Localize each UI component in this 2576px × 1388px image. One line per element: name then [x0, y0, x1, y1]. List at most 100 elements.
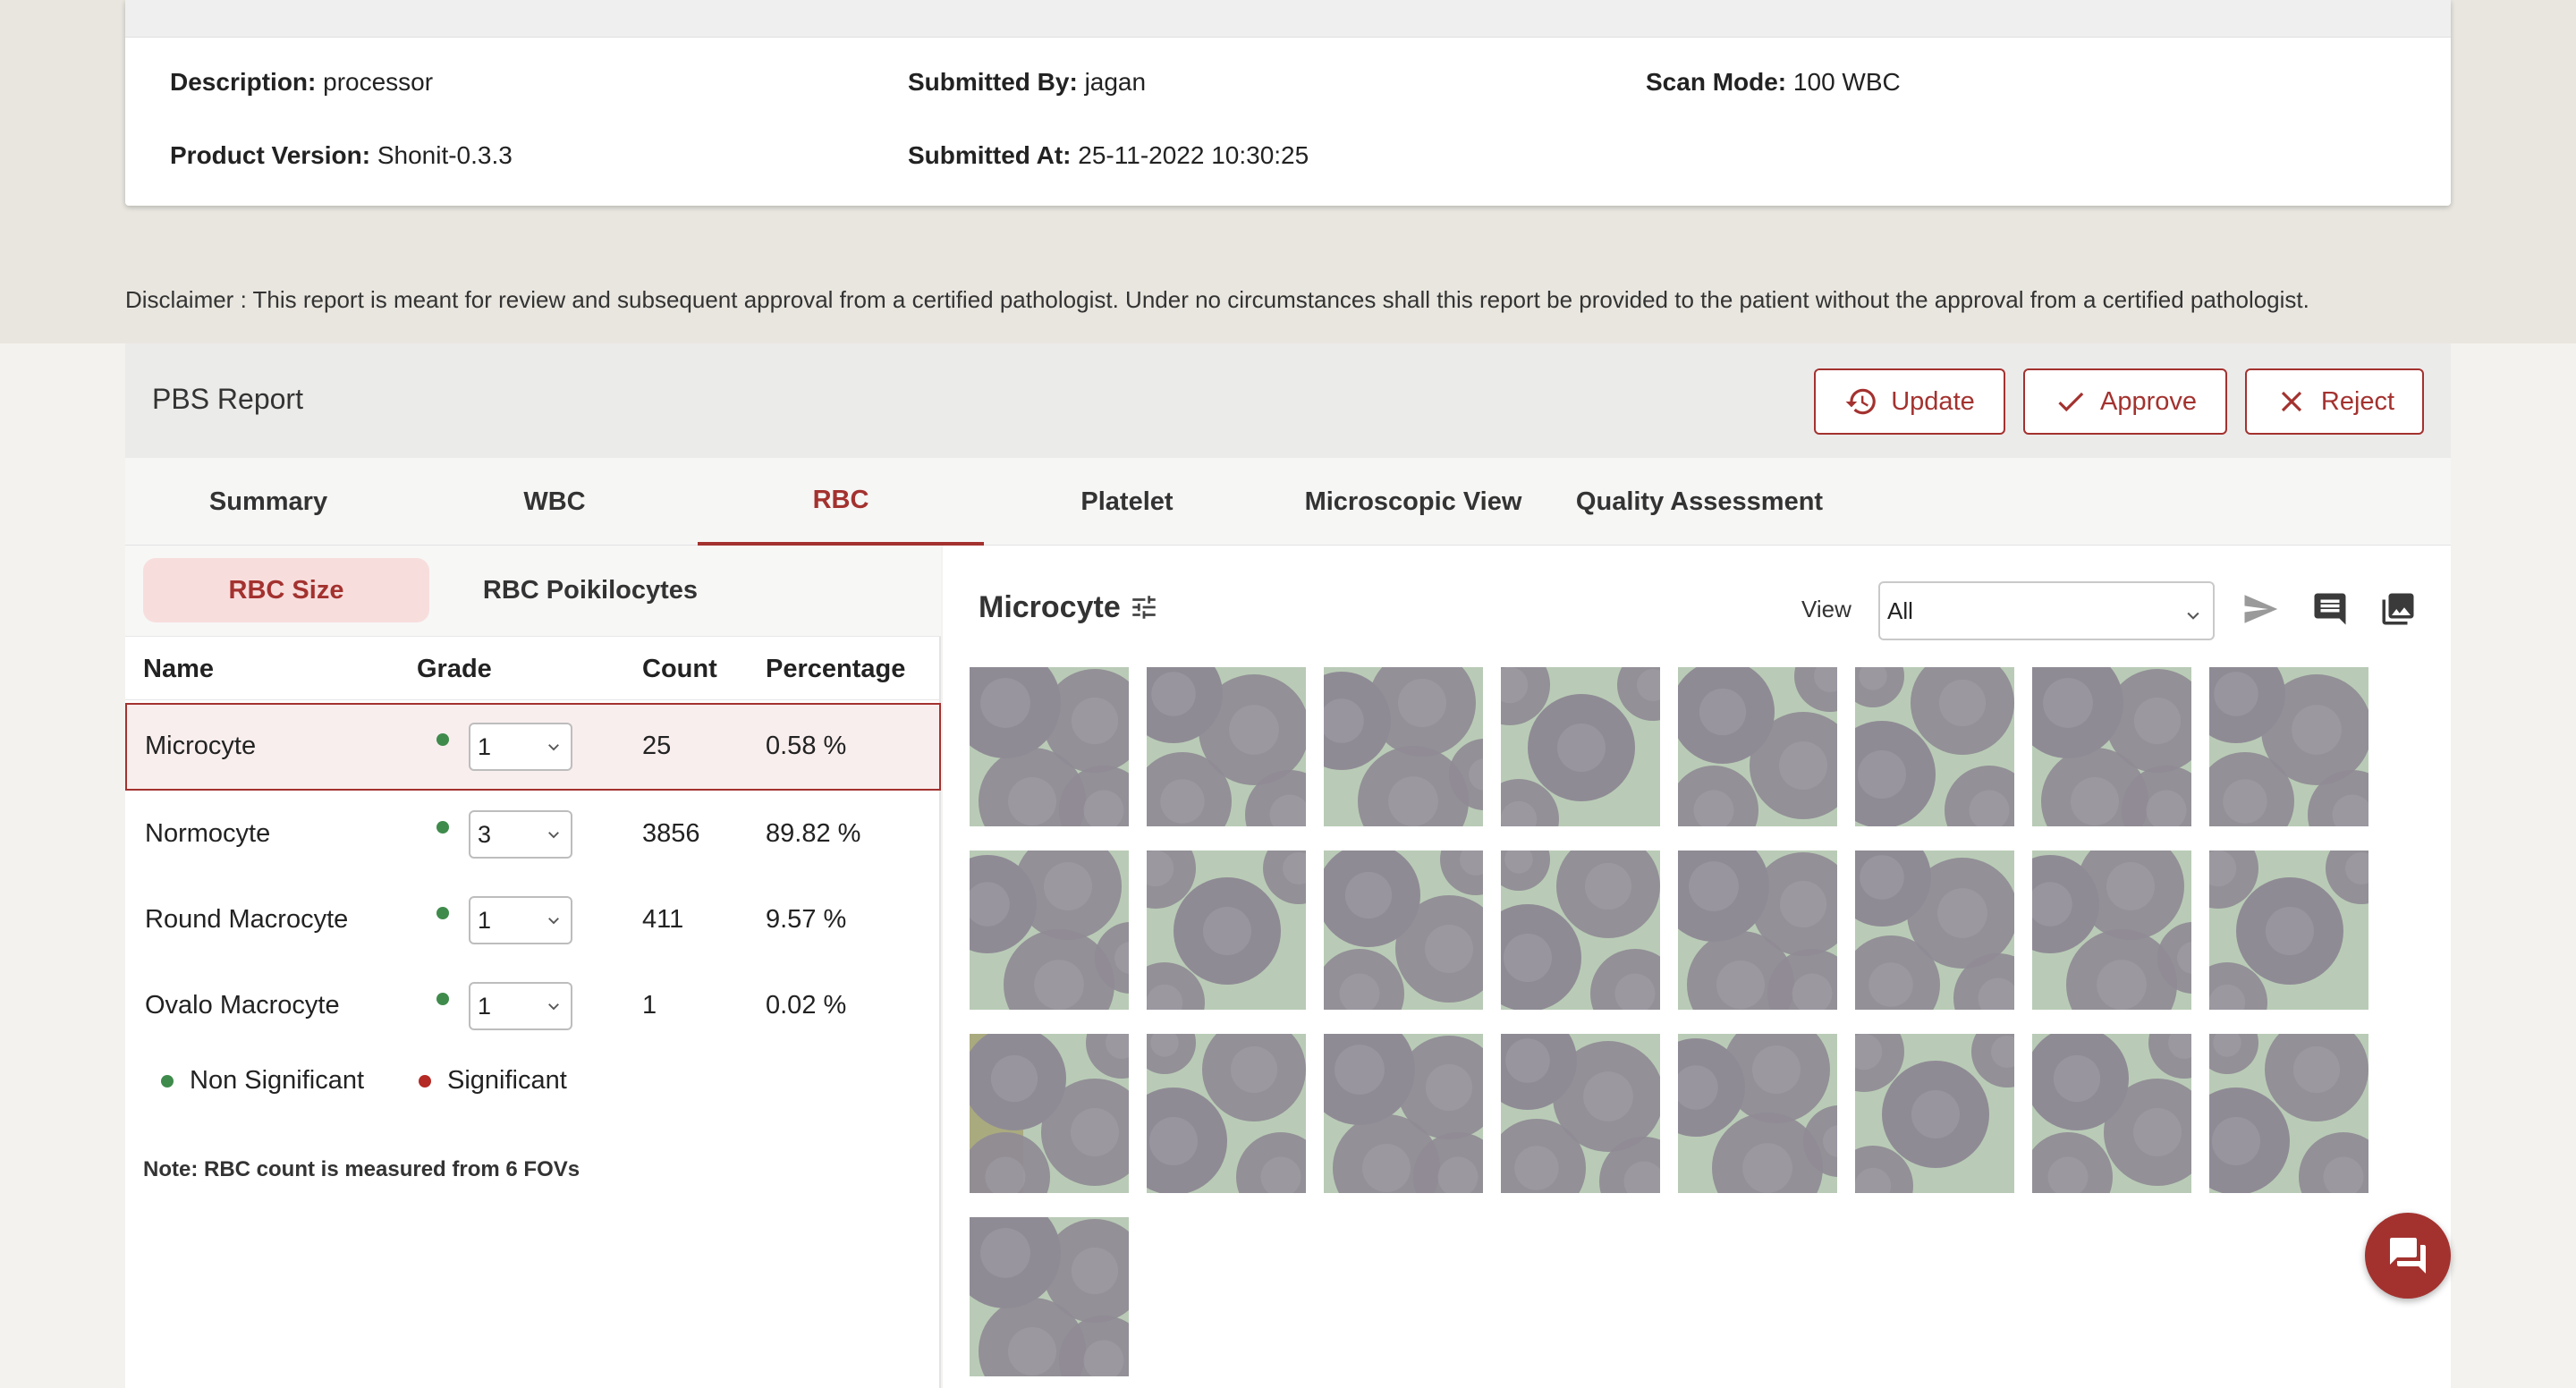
cell-thumbnail[interactable]: [1501, 851, 1660, 1010]
header-divider: [125, 699, 941, 700]
cell-thumbnail[interactable]: [1147, 667, 1306, 826]
cell-thumbnail[interactable]: [970, 851, 1129, 1010]
grade-value: 1: [478, 732, 492, 760]
gallery-title: Microcyte: [979, 590, 1121, 624]
chat-button[interactable]: [2365, 1213, 2451, 1299]
grade-select[interactable]: 1: [469, 982, 572, 1030]
submitted-by-value: jagan: [1084, 68, 1147, 96]
rbc-size-panel: RBC Size RBC Poikilocytes Name Grade Cou…: [125, 546, 941, 1388]
tune-icon[interactable]: [1129, 592, 1159, 622]
column-header-percentage: Percentage: [766, 655, 906, 683]
row-count: 411: [642, 905, 684, 934]
view-select[interactable]: All: [1878, 581, 2215, 640]
cell-thumbnail[interactable]: [1855, 667, 2014, 826]
view-label: View: [1801, 596, 1852, 622]
row-percentage: 0.02 %: [766, 991, 847, 1020]
grade-value: 3: [478, 820, 492, 848]
description-value: processor: [323, 68, 434, 96]
grade-select[interactable]: 1: [469, 896, 572, 944]
submitted-by-label: Submitted By:: [908, 68, 1078, 96]
table-row[interactable]: Round Macrocyte 1 411 9.57 %: [125, 876, 941, 964]
row-percentage: 89.82 %: [766, 819, 861, 848]
cell-thumbnail[interactable]: [970, 1217, 1129, 1376]
scan-mode-label: Scan Mode:: [1646, 68, 1787, 96]
description-field: Description: processor: [170, 68, 433, 97]
subtab-rbc-size[interactable]: RBC Size: [143, 558, 429, 622]
row-count: 3856: [642, 819, 700, 848]
grade-value: 1: [478, 906, 492, 934]
cell-thumbnail[interactable]: [1501, 1034, 1660, 1193]
tab-microscopic-view[interactable]: Microscopic View: [1270, 458, 1556, 546]
update-button[interactable]: Update: [1814, 368, 2005, 435]
product-version-label: Product Version:: [170, 141, 371, 169]
grade-indicator-dot: [436, 993, 449, 1005]
close-icon: [2281, 391, 2301, 412]
tab-summary[interactable]: Summary: [125, 458, 411, 546]
tab-wbc[interactable]: WBC: [411, 458, 698, 546]
cell-thumbnail[interactable]: [1678, 1034, 1837, 1193]
grade-indicator-dot: [436, 907, 449, 919]
cell-thumbnail[interactable]: [1324, 1034, 1483, 1193]
legend-non-significant-label: Non Significant: [190, 1066, 365, 1095]
cell-thumbnail[interactable]: [970, 667, 1129, 826]
row-name: Round Macrocyte: [145, 905, 349, 934]
column-header-name: Name: [143, 655, 214, 683]
column-header-grade: Grade: [417, 655, 492, 683]
legend-non-significant: Non Significant: [161, 1066, 364, 1096]
reject-button[interactable]: Reject: [2245, 368, 2424, 435]
cell-thumbnail[interactable]: [2209, 851, 2368, 1010]
grade-select[interactable]: 3: [469, 810, 572, 859]
cell-thumbnail[interactable]: [1147, 1034, 1306, 1193]
tab-rbc[interactable]: RBC: [698, 458, 984, 546]
photo-library-icon[interactable]: [2379, 590, 2417, 628]
column-header-count: Count: [642, 655, 717, 683]
report-header: PBS Report Update Approve Reject: [125, 343, 2451, 458]
cell-thumbnail[interactable]: [2209, 1034, 2368, 1193]
cell-thumbnail[interactable]: [1678, 851, 1837, 1010]
table-row[interactable]: Normocyte 3 3856 89.82 %: [125, 791, 941, 878]
approve-label: Approve: [2099, 386, 2197, 416]
cell-thumbnail[interactable]: [2032, 667, 2191, 826]
sample-info-card: Description: processor Submitted By: jag…: [125, 0, 2451, 206]
cell-thumbnail[interactable]: [970, 1034, 1129, 1193]
cell-thumbnail[interactable]: [1678, 667, 1837, 826]
row-count: 1: [642, 991, 657, 1020]
approve-button[interactable]: Approve: [2023, 368, 2227, 435]
disclaimer-text: Disclaimer : This report is meant for re…: [125, 286, 2309, 313]
cell-thumbnail[interactable]: [1324, 851, 1483, 1010]
chevron-down-icon: [548, 1003, 559, 1011]
row-percentage: 0.58 %: [766, 732, 847, 760]
legend-significant-label: Significant: [447, 1066, 567, 1095]
product-version-field: Product Version: Shonit-0.3.3: [170, 141, 513, 170]
subtab-rbc-poikilocytes[interactable]: RBC Poikilocytes: [447, 558, 733, 622]
cell-thumbnail[interactable]: [2209, 667, 2368, 826]
tab-quality-assessment[interactable]: Quality Assessment: [1556, 458, 1843, 546]
row-name: Normocyte: [145, 819, 271, 848]
top-band: Description: processor Submitted By: jag…: [0, 0, 2576, 343]
table-row[interactable]: Microcyte 1 25 0.58 %: [125, 703, 941, 791]
cell-thumbnail[interactable]: [2032, 851, 2191, 1010]
cell-thumbnail[interactable]: [1324, 667, 1483, 826]
cell-gallery-panel: Microcyte View All: [943, 546, 2451, 1388]
view-select-value: All: [1887, 597, 1913, 624]
tab-platelet[interactable]: Platelet: [984, 458, 1270, 546]
row-count: 25: [642, 732, 672, 760]
info-card-strip: [125, 0, 2451, 38]
update-label: Update: [1891, 386, 1975, 416]
comment-icon[interactable]: [2311, 590, 2349, 628]
cell-thumbnail[interactable]: [2032, 1034, 2191, 1193]
chevron-down-icon: [548, 744, 559, 751]
cell-thumbnail[interactable]: [1855, 1034, 2014, 1193]
chat-icon: [2390, 1238, 2426, 1274]
cell-thumbnail[interactable]: [1501, 667, 1660, 826]
cell-thumbnail[interactable]: [1147, 851, 1306, 1010]
chevron-down-icon: [548, 918, 559, 925]
scan-mode-value: 100 WBC: [1792, 68, 1901, 96]
cell-thumbnail[interactable]: [1855, 851, 2014, 1010]
send-icon[interactable]: [2241, 590, 2279, 628]
green-dot-icon: [161, 1074, 174, 1088]
table-row[interactable]: Ovalo Macrocyte 1 1 0.02 %: [125, 962, 941, 1050]
grade-select[interactable]: 1: [469, 723, 572, 771]
submitted-by-field: Submitted By: jagan: [908, 68, 1146, 97]
red-dot-icon: [419, 1074, 431, 1088]
